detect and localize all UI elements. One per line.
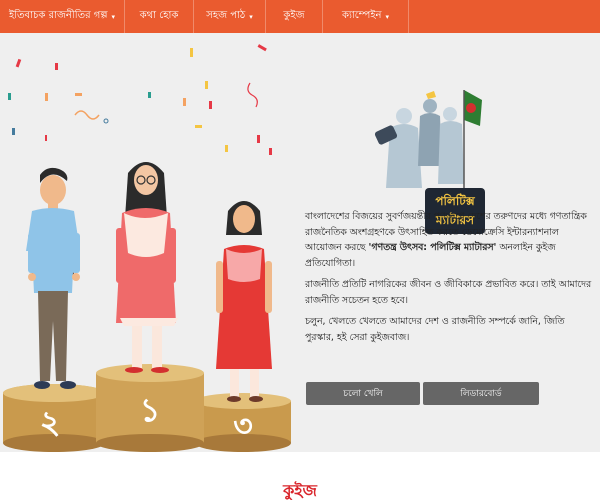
podium-number-third: ৩ [233, 409, 253, 444]
chevron-down-icon: ▾ [385, 12, 390, 21]
confetti [8, 44, 272, 155]
hero-section: ২ ৩ ১ পলিটিক্স ম্যাটারস বাংলাদেশের বিজয়… [0, 33, 600, 452]
play-button[interactable]: চলো খেলি [306, 382, 420, 405]
girl-glasses-figure [116, 162, 178, 373]
crowd-illustration [374, 90, 482, 188]
intro-paragraph-2: রাজনীতি প্রতিটি নাগরিকের জীবন ও জীবিকাকে… [305, 279, 592, 306]
logo-title-line1: পলিটিক্স [435, 193, 475, 208]
leaderboard-button[interactable]: লিডারবোর্ড [423, 382, 539, 405]
podium-first: ১ [96, 364, 204, 452]
winners-podium-illustration: ২ ৩ ১ [3, 44, 291, 452]
nav-item-label: সহজ পাঠ [206, 10, 246, 21]
nav-item-positive-politics[interactable]: ইতিবাচক রাজনীতির গল্প ▾ [0, 0, 125, 33]
top-nav: ইতিবাচক রাজনীতির গল্প ▾ কথা হোক সহজ পাঠ … [0, 0, 600, 33]
nav-item-campaign[interactable]: ক্যাম্পেইন ▾ [323, 0, 409, 33]
intro-paragraph-1: বাংলাদেশের বিজয়ের সুবর্ণজয়ন্তীর পুণ্যল… [305, 209, 595, 271]
nav-item-label: কথা হোক [139, 10, 179, 21]
intro-paragraph-3: চলুন, খেলতে খেলতে আমাদের দেশ ও রাজনীতি স… [305, 316, 565, 343]
boy-figure [26, 167, 80, 389]
chevron-down-icon: ▾ [249, 12, 253, 21]
nav-item-label: ইতিবাচক রাজনীতির গল্প [8, 10, 108, 21]
podium-number-second: ২ [40, 403, 61, 441]
intro-text: বাংলাদেশের বিজয়ের সুবর্ণজয়ন্তীর পুণ্যল… [305, 209, 595, 351]
podium-third: ৩ [195, 393, 291, 452]
nav-item-quiz[interactable]: কুইজ [266, 0, 323, 33]
nav-item-label: ক্যাম্পেইন [341, 10, 382, 21]
event-name: 'গণতন্ত্র উৎসব: পলিটিক্স ম্যাটারস' [368, 242, 497, 253]
nav-item-label: কুইজ [283, 10, 305, 21]
nav-item-let-us-talk[interactable]: কথা হোক [125, 0, 194, 33]
nav-item-easy-reading[interactable]: সহজ পাঠ ▾ [194, 0, 266, 33]
chevron-down-icon: ▾ [111, 12, 116, 21]
girl-figure [216, 201, 272, 402]
podium-number-first: ১ [140, 391, 161, 429]
podium-second: ২ [3, 384, 105, 452]
section-title: কুইজ [283, 481, 317, 500]
